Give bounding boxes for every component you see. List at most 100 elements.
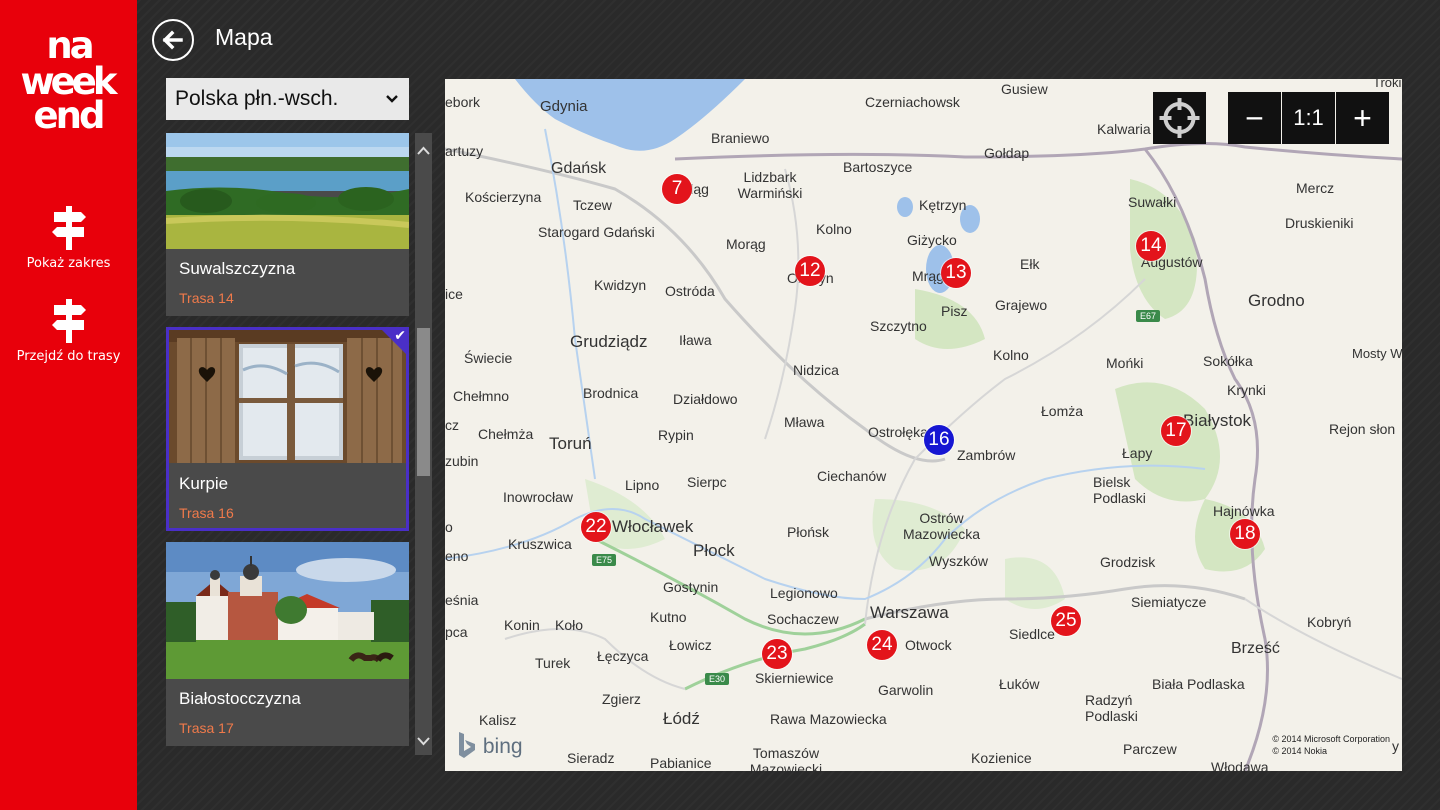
map-label: Włocławek (612, 517, 694, 536)
route-thumbnail-monastery (166, 542, 409, 679)
map-label: Działdowo (673, 391, 738, 407)
map-label: Łęczyca (597, 648, 649, 664)
route-card-suwalszczyzna[interactable]: Suwalszczyzna Trasa 14 (166, 133, 409, 316)
map-label: Grudziądz (570, 332, 648, 351)
map-label: Kościerzyna (465, 189, 542, 205)
page-title: Mapa (215, 24, 273, 50)
map-label: Sierpc (687, 474, 727, 490)
map-label: Gostynin (663, 579, 719, 595)
map-label: Grodzisk (1100, 554, 1156, 570)
back-button[interactable] (152, 19, 194, 61)
map-label: Zgierz (602, 691, 641, 707)
go-to-route-label: Przejdź do trasy (16, 349, 121, 364)
map-label: Brodnica (583, 385, 639, 401)
map-label: Siedlce (1009, 626, 1055, 642)
bing-logo: bing (457, 731, 523, 759)
region-dropdown[interactable]: Polska płn.-wsch. (166, 78, 409, 120)
map-label: Mosty W (1352, 346, 1402, 361)
map-label: Bartoszyce (843, 159, 913, 175)
map-label: Biała Podlaska (1152, 676, 1245, 692)
map-label: Łuków (999, 676, 1040, 692)
route-pin-23[interactable]: 23 (762, 639, 792, 669)
show-range-button[interactable]: Pokaż zakres (0, 206, 137, 271)
route-card-bialostocczyzna[interactable]: Białostocczyzna Trasa 17 (166, 542, 409, 746)
svg-text:end: end (34, 94, 103, 134)
zoom-out-button[interactable]: − (1228, 92, 1281, 144)
map-label: Tczew (573, 197, 612, 213)
map-label: Kwidzyn (594, 277, 647, 293)
crosshair-icon (1159, 98, 1200, 138)
map-label: Siemiatycze (1131, 594, 1207, 610)
map-label: Hajnówka (1213, 503, 1275, 519)
route-pin-22[interactable]: 22 (581, 512, 611, 542)
map-label: Konin (504, 617, 540, 633)
bing-wordmark: bing (482, 735, 523, 758)
road-badge: E30 (705, 673, 730, 685)
map-label: Białystok (1183, 411, 1252, 430)
map-label: Giżycko (907, 232, 957, 248)
scroll-up-arrow-icon[interactable] (415, 143, 432, 157)
map-label: Otwock (905, 637, 952, 653)
route-thumbnail-lake (166, 133, 409, 249)
map-label: Warszawa (870, 603, 949, 622)
map-label: eśnia (445, 592, 479, 608)
map-label: Gdynia (540, 98, 588, 115)
map-label: Sokółka (1203, 353, 1253, 369)
map-label: Rejon słon (1329, 421, 1396, 437)
map-label: Suwałki (1128, 194, 1177, 210)
route-pin-16[interactable]: 16 (924, 425, 954, 455)
map-label: Wyszków (929, 553, 988, 569)
route-number: Trasa 14 (179, 290, 234, 306)
route-pin-17[interactable]: 17 (1161, 416, 1191, 446)
map-label: Ełk (1020, 256, 1040, 272)
map-label: Kruszwica (508, 536, 572, 552)
scroll-down-arrow-icon[interactable] (415, 733, 432, 747)
copyright-line: © 2014 Microsoft Corporation (1272, 734, 1390, 744)
naweekend-logo[interactable]: na week end (14, 24, 124, 134)
map-label: Koło (555, 617, 584, 633)
map-label: Braniewo (711, 130, 770, 146)
map-label: ebork (445, 94, 481, 110)
scrollbar-thumb[interactable] (417, 328, 430, 476)
zoom-reset-button[interactable]: 1:1 (1282, 92, 1335, 144)
go-to-route-button[interactable]: Przejdź do trasy (0, 299, 137, 364)
route-pin-12[interactable]: 12 (795, 256, 825, 286)
map-label: Krynki (1227, 382, 1266, 398)
map-label: Radzyń Podlaski (1085, 692, 1138, 724)
map-label: Parczew (1123, 741, 1177, 757)
map-label: Toruń (549, 434, 592, 453)
route-card-kurpie[interactable]: ✔ Kurpie Trasa 16 (166, 327, 409, 531)
checkmark-icon: ✔ (394, 328, 406, 344)
map-label: pca (445, 624, 468, 640)
map-label: Zambrów (957, 447, 1016, 463)
route-pin-7[interactable]: 7 (662, 174, 692, 204)
route-pin-25[interactable]: 25 (1051, 606, 1081, 636)
chevron-down-icon (385, 78, 399, 135)
route-pin-13[interactable]: 13 (941, 258, 971, 288)
route-pin-24[interactable]: 24 (867, 630, 897, 660)
map-label: Gołdap (984, 145, 1030, 161)
map-label: Chełmno (453, 388, 510, 404)
map-label: Turek (535, 655, 571, 671)
map-label: Lipno (625, 477, 660, 493)
map-view[interactable]: Gdynia Czerniachowsk Gusiew Troki ebork … (445, 79, 1402, 771)
map-label: Gdańsk (551, 160, 607, 177)
map-label: Łowicz (669, 637, 712, 653)
map-label: Ostrołęka (868, 424, 928, 440)
map-label: Rypin (658, 427, 694, 443)
map-label: Pisz (941, 303, 968, 319)
route-list[interactable]: Suwalszczyzna Trasa 14 ✔ Kurpie Trasa 16… (166, 133, 409, 755)
locate-me-button[interactable] (1153, 92, 1206, 144)
map-label: Morąg (726, 236, 766, 252)
copyright-line: © 2014 Nokia (1272, 746, 1327, 756)
map-label: Druskieniki (1285, 215, 1354, 231)
route-title: Kurpie (179, 474, 229, 493)
map-label: Chełmża (478, 426, 534, 442)
bing-icon (459, 732, 475, 758)
map-label: Sochaczew (767, 611, 839, 627)
route-pin-14[interactable]: 14 (1136, 231, 1166, 261)
route-list-scrollbar[interactable] (415, 133, 432, 755)
zoom-in-button[interactable]: + (1336, 92, 1389, 144)
route-pin-18[interactable]: 18 (1230, 519, 1260, 549)
map-label: Mława (784, 414, 825, 430)
